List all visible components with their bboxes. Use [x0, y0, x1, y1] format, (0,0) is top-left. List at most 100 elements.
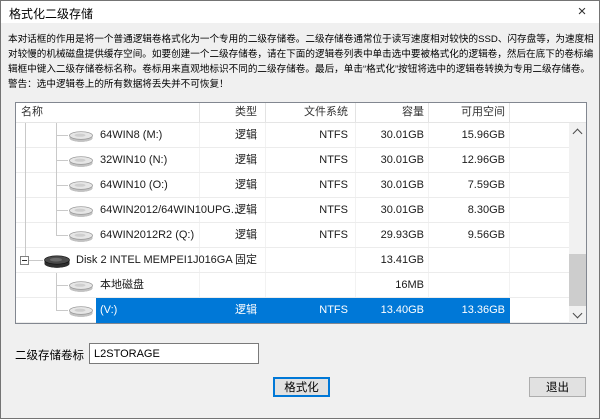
- tree-connector: [57, 160, 68, 161]
- filesystem-cell: NTFS: [266, 173, 356, 197]
- title-bar[interactable]: 格式化二级存储 ×: [1, 1, 599, 23]
- tree-line: [25, 223, 26, 248]
- volume-icon: [68, 228, 94, 243]
- column-header-filesystem[interactable]: 文件系统: [266, 103, 356, 122]
- close-button[interactable]: ×: [565, 1, 599, 22]
- name-cell: Disk 2 INTEL MEMPEI1J016GA: [16, 248, 233, 272]
- list-body: 64WIN8 (M:) 逻辑 NTFS 30.01GB 15.96GB 32WIN10 (…: [16, 123, 569, 323]
- tree-line: [25, 173, 26, 198]
- description-line: 对较慢的机械磁盘提供缓存空间。如要创建一个二级存储卷，请在下面的逻辑卷列表中单击…: [8, 49, 594, 60]
- volume-icon: [68, 303, 94, 318]
- disk-icon: [43, 252, 71, 269]
- volume-label-label: 二级存储卷标: [15, 350, 84, 362]
- volume-label-input[interactable]: [89, 343, 259, 364]
- type-cell: 逻辑: [235, 304, 257, 316]
- table-row[interactable]: (V:) 逻辑 NTFS 13.40GB 13.36GB: [16, 298, 569, 323]
- free-space-cell: 12.96GB: [429, 148, 510, 172]
- filler-cell: [510, 223, 569, 247]
- volume-icon: [68, 128, 94, 143]
- table-row[interactable]: 64WIN8 (M:) 逻辑 NTFS 30.01GB 15.96GB: [16, 123, 569, 148]
- filler-cell: [510, 123, 569, 147]
- filler-cell: [510, 173, 569, 197]
- tree-connector: [57, 310, 68, 311]
- volume-name: 64WIN8 (M:): [100, 129, 163, 141]
- name-cell: 64WIN8 (M:): [16, 123, 200, 148]
- warning-text: 警告：选中逻辑卷上的所有数据将丢失并不可恢复！: [8, 79, 229, 90]
- tree-connector: [57, 135, 68, 136]
- free-space-cell: 8.30GB: [429, 198, 510, 222]
- type-cell: 逻辑: [200, 173, 266, 197]
- filler-cell: [510, 298, 569, 322]
- chevron-down-icon: [572, 308, 583, 318]
- chevron-up-icon: [572, 128, 583, 138]
- capacity-cell: 30.01GB: [356, 198, 429, 222]
- tree-connector: [57, 185, 68, 186]
- column-header-free-space[interactable]: 可用空间: [429, 103, 510, 122]
- free-space-cell: 9.56GB: [429, 223, 510, 247]
- volume-name: 64WIN2012R2 (Q:): [100, 229, 195, 241]
- list-header: 名称 类型 文件系统 容量 可用空间: [16, 103, 586, 123]
- tree-line: [25, 198, 26, 223]
- type-cell: [200, 273, 266, 297]
- filler-cell: [510, 148, 569, 172]
- filesystem-cell: NTFS: [266, 198, 356, 222]
- table-row[interactable]: 64WIN10 (O:) 逻辑 NTFS 30.01GB 7.59GB: [16, 173, 569, 198]
- volume-list: 名称 类型 文件系统 容量 可用空间 64WIN8 (M:) 逻辑 NTFS 30.01GB 1…: [15, 102, 587, 324]
- name-cell: 64WIN2012R2 (Q:): [16, 223, 200, 248]
- name-cell: 本地磁盘: [16, 273, 200, 298]
- tree-connector: [57, 285, 68, 286]
- name-cell: 64WIN2012/64WIN10UPG...: [16, 198, 240, 223]
- vertical-scrollbar[interactable]: [569, 123, 586, 323]
- capacity-cell: 30.01GB: [356, 173, 429, 197]
- filler-cell: [510, 198, 569, 222]
- free-space-cell: 13.36GB: [461, 304, 505, 316]
- type-cell: 逻辑: [200, 123, 266, 147]
- volume-name: 64WIN10 (O:): [100, 179, 168, 191]
- column-header-filler: [510, 103, 586, 122]
- free-space-cell: [429, 248, 510, 272]
- table-row[interactable]: 64WIN2012R2 (Q:) 逻辑 NTFS 29.93GB 9.56GB: [16, 223, 569, 248]
- tree-line: [25, 148, 26, 173]
- volume-name: 32WIN10 (N:): [100, 154, 168, 166]
- filesystem-cell: [266, 273, 356, 297]
- volume-name: (V:): [100, 304, 118, 316]
- capacity-cell: 13.40GB: [380, 304, 424, 316]
- name-cell: 64WIN10 (O:): [16, 173, 200, 198]
- volume-name: 本地磁盘: [100, 279, 144, 291]
- type-cell: 逻辑: [200, 223, 266, 247]
- window-title: 格式化二级存储: [9, 7, 94, 21]
- table-row[interactable]: 64WIN2012/64WIN10UPG... 逻辑 NTFS 30.01GB 8.30…: [16, 198, 569, 223]
- scroll-up-button[interactable]: [569, 123, 586, 140]
- exit-button[interactable]: 退出: [529, 377, 586, 397]
- table-row[interactable]: 32WIN10 (N:) 逻辑 NTFS 30.01GB 12.96GB: [16, 148, 569, 173]
- capacity-cell: 29.93GB: [356, 223, 429, 247]
- format-button[interactable]: 格式化: [273, 377, 330, 397]
- filesystem-cell: NTFS: [266, 148, 356, 172]
- volume-icon: [68, 278, 94, 293]
- capacity-cell: 13.41GB: [356, 248, 429, 272]
- filesystem-cell: NTFS: [266, 223, 356, 247]
- filesystem-cell: NTFS: [266, 123, 356, 147]
- free-space-cell: 7.59GB: [429, 173, 510, 197]
- column-header-capacity[interactable]: 容量: [356, 103, 429, 122]
- description-line: 本对话框的作用是将一个普通逻辑卷格式化为一个专用的二级存储卷。二级存储卷通常位于…: [8, 34, 594, 45]
- scrollbar-thumb[interactable]: [569, 254, 586, 306]
- capacity-cell: 30.01GB: [356, 148, 429, 172]
- scroll-down-button[interactable]: [569, 306, 586, 323]
- description-line: 辑框中键入二级存储卷标名称。卷标用来直观地标识不同的二级存储卷。最后，单击“格式…: [8, 64, 591, 75]
- capacity-cell: 16MB: [356, 273, 429, 297]
- column-header-name[interactable]: 名称: [16, 103, 200, 122]
- tree-collapse-icon[interactable]: [20, 256, 29, 265]
- minus-glyph: [22, 260, 27, 261]
- table-row[interactable]: 本地磁盘 16MB: [16, 273, 569, 298]
- capacity-cell: 30.01GB: [356, 123, 429, 147]
- table-row[interactable]: Disk 2 INTEL MEMPEI1J016GA 固定 13.41GB: [16, 248, 569, 273]
- format-secondary-storage-dialog: 格式化二级存储 × 本对话框的作用是将一个普通逻辑卷格式化为一个专用的二级存储卷…: [0, 0, 600, 419]
- volume-icon: [68, 178, 94, 193]
- type-cell: 固定: [200, 248, 266, 272]
- volume-icon: [68, 203, 94, 218]
- column-header-type[interactable]: 类型: [200, 103, 266, 122]
- description-text: 本对话框的作用是将一个普通逻辑卷格式化为一个专用的二级存储卷。二级存储卷通常位于…: [8, 32, 598, 92]
- type-cell: 逻辑: [200, 198, 266, 222]
- filler-cell: [510, 248, 569, 272]
